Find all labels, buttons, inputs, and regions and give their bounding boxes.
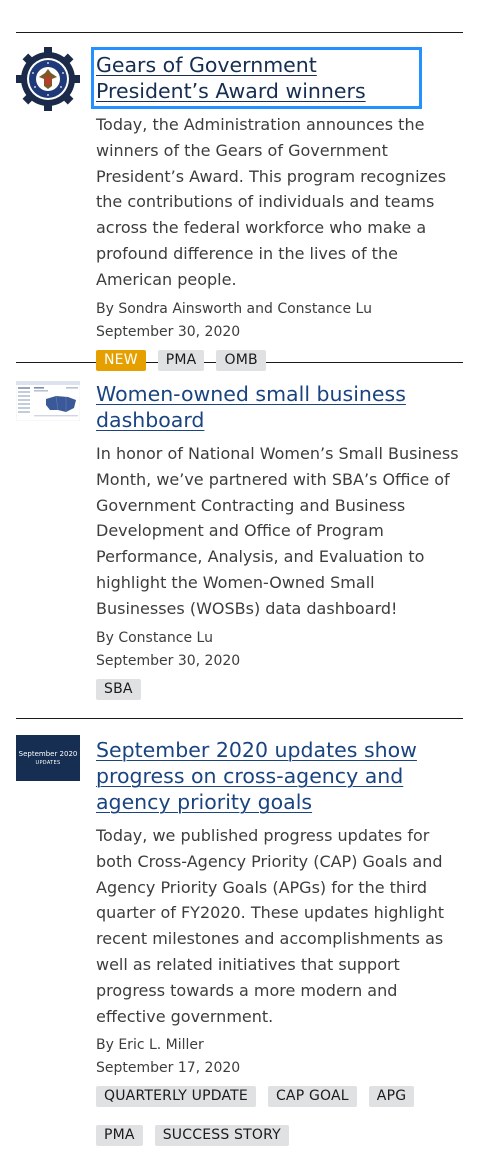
article-body: Gears of Government President’s Award wi… [91, 47, 463, 371]
tag-sba[interactable]: SBA [96, 678, 141, 700]
tag-omb[interactable]: OMB [216, 349, 266, 371]
article-thumbnail[interactable] [16, 379, 80, 718]
article-item: Gears of Government President’s Award wi… [16, 32, 463, 371]
tag-list: NEW PMA OMB [96, 349, 463, 377]
tag-pma[interactable]: PMA [96, 1125, 143, 1147]
tag-new[interactable]: NEW [96, 349, 146, 371]
article-summary: In honor of National Women’s Small Busin… [96, 444, 459, 618]
article-body: September 2020 updates show progress on … [96, 735, 463, 1152]
article-byline: By Eric L. Miller [96, 1037, 204, 1054]
article-thumbnail[interactable] [16, 47, 80, 362]
thumbnail-title: September 2020 [18, 749, 78, 758]
tag-cap-goal[interactable]: CAP GOAL [267, 1086, 357, 1108]
tag-pma[interactable]: PMA [157, 349, 205, 371]
article-thumbnail[interactable]: September 2020 UPDATES [16, 735, 80, 1152]
gears-of-government-seal-icon [16, 47, 80, 111]
tag-quarterly-update[interactable]: QUARTERLY UPDATE [96, 1086, 256, 1108]
tag-list: SBA [96, 678, 463, 706]
article-byline: By Sondra Ainsworth and Constance Lu [96, 300, 372, 317]
article-date: September 30, 2020 [96, 323, 241, 340]
article-title-link[interactable]: Women-owned small business dashboard [96, 381, 463, 433]
tag-list: QUARTERLY UPDATE CAP GOAL APG PMA SUCCES… [96, 1086, 463, 1152]
article-byline: By Constance Lu [96, 629, 213, 646]
article-title-link[interactable]: September 2020 updates show progress on … [96, 737, 463, 815]
article-item: Women-owned small business dashboard In … [16, 362, 463, 718]
dashboard-map-thumbnail-icon [16, 381, 80, 421]
article-item: September 2020 UPDATES September 2020 up… [16, 718, 463, 1152]
article-date: September 30, 2020 [96, 652, 241, 669]
article-body: Women-owned small business dashboard In … [96, 379, 463, 718]
thumbnail-subtitle: UPDATES [35, 759, 61, 766]
tag-apg[interactable]: APG [368, 1086, 415, 1108]
article-title-link[interactable]: Gears of Government President’s Award wi… [91, 47, 422, 109]
article-date: September 17, 2020 [96, 1060, 241, 1077]
article-list: Gears of Government President’s Award wi… [16, 32, 463, 1152]
tag-success-story[interactable]: SUCCESS STORY [154, 1125, 289, 1147]
september-updates-thumbnail: September 2020 UPDATES [16, 735, 80, 781]
article-summary: Today, we published progress updates for… [96, 826, 444, 1026]
article-summary: Today, the Administration announces the … [96, 115, 447, 289]
